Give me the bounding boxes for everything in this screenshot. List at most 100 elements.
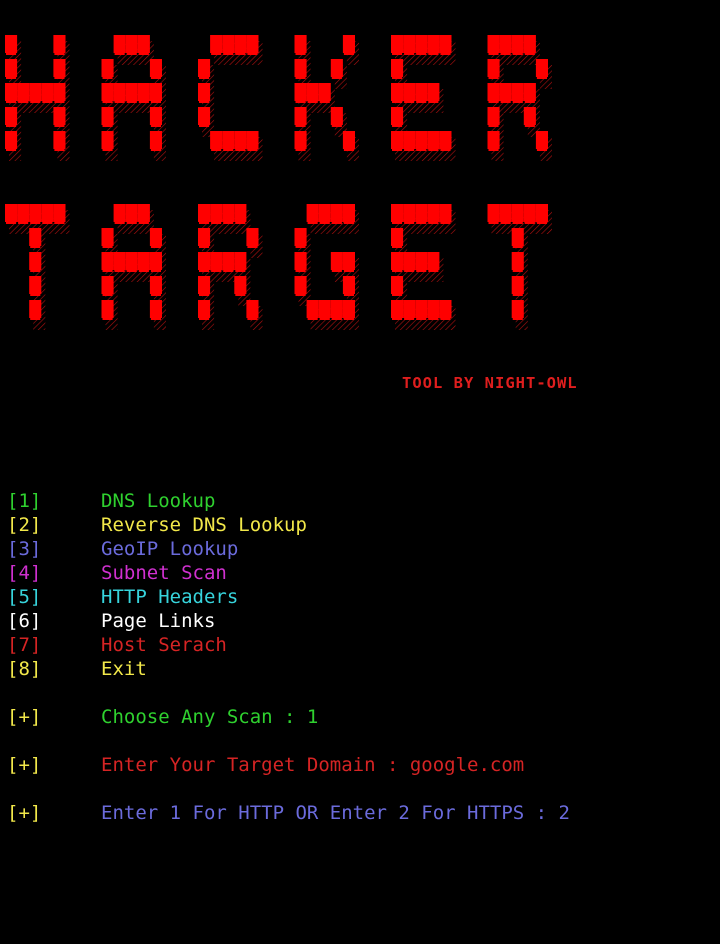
banner-outline-cell <box>331 222 342 224</box>
banner-outline-cell <box>199 222 210 224</box>
banner-outline-cell <box>392 246 403 248</box>
prompt-line: [+] Enter Your Target Domain : google.co… <box>0 753 720 777</box>
banner-block-cell <box>403 131 416 149</box>
prompt-text: Choose Any Scan : 1 <box>101 706 319 728</box>
banner-block-cell <box>487 35 500 53</box>
banner-block-cell <box>427 300 440 318</box>
banner-outline-cell <box>138 270 149 272</box>
banner-outline-cell <box>512 270 523 272</box>
banner-outline-cell <box>235 270 246 272</box>
banner-block-cell <box>294 35 307 53</box>
prompt-line[interactable]: [+] Enter 1 For HTTP OR Enter 2 For HTTP… <box>0 801 720 825</box>
menu-item[interactable]: [6] Page Links <box>0 609 720 633</box>
banner-outline-cell <box>500 101 511 103</box>
menu-item[interactable]: [1] DNS Lookup <box>0 489 720 513</box>
banner-outline-cell <box>6 149 17 151</box>
banner-block-cell <box>41 204 54 222</box>
banner-block-cell <box>415 35 428 53</box>
banner-outline-cell <box>150 101 161 103</box>
banner-outline-cell <box>150 77 161 79</box>
banner-block-cell <box>198 252 211 270</box>
banner-outline-cell <box>30 294 41 296</box>
banner-block-cell <box>511 300 524 318</box>
banner-outline-cell <box>54 125 65 127</box>
menu-label: Reverse DNS Lookup <box>101 514 307 536</box>
banner-outline-cell <box>114 101 125 103</box>
banner-outline-cell <box>428 149 439 151</box>
banner-block-cell <box>29 300 42 318</box>
banner-outline-cell <box>223 53 234 55</box>
banner-block-cell <box>306 83 319 101</box>
banner-block-cell <box>391 35 404 53</box>
banner-outline-cell <box>211 53 222 55</box>
prompt-text: Enter Your Target Domain : google.com <box>101 754 525 776</box>
banner-block-cell <box>29 228 42 246</box>
banner-outline-cell <box>247 318 258 320</box>
banner-outline-cell <box>307 222 318 224</box>
banner-outline-cell <box>512 53 523 55</box>
banner-outline-cell <box>295 77 306 79</box>
banner-outline-cell <box>54 77 65 79</box>
banner-block-cell <box>318 83 331 101</box>
banner-outline-cell <box>404 149 415 151</box>
banner-outline-cell <box>331 125 342 127</box>
banner-outline-cell <box>343 294 354 296</box>
banner-outline-cell <box>392 125 403 127</box>
banner-outline-cell <box>392 53 403 55</box>
banner-block-cell <box>330 300 343 318</box>
menu-item[interactable]: [7] Host Serach <box>0 633 720 657</box>
banner-block-cell <box>5 107 18 125</box>
menu-item[interactable]: [8] Exit <box>0 657 720 681</box>
banner-block-cell <box>487 107 500 125</box>
terminal-menu: [1] DNS Lookup [2] Reverse DNS Lookup [3… <box>0 489 720 825</box>
banner-outline-cell <box>295 149 306 151</box>
banner-block-cell <box>487 131 500 149</box>
banner-block-cell <box>113 35 126 53</box>
banner-block-cell <box>330 252 343 270</box>
banner-outline-cell <box>536 149 547 151</box>
banner-block-cell <box>137 204 150 222</box>
banner-block-cell <box>439 35 452 53</box>
menu-item[interactable]: [3] GeoIP Lookup <box>0 537 720 561</box>
banner-outline-cell <box>30 222 41 224</box>
banner-outline-cell <box>54 101 65 103</box>
banner-block-cell <box>511 228 524 246</box>
banner-outline-cell <box>199 294 210 296</box>
banner-outline-cell <box>247 53 258 55</box>
banner-block-cell <box>415 204 428 222</box>
banner-outline-cell <box>211 149 222 151</box>
banner-outline-cell <box>42 222 53 224</box>
banner-block-cell <box>149 131 162 149</box>
banner-block-cell <box>234 276 247 294</box>
banner-outline-cell <box>18 222 29 224</box>
banner-block-cell <box>198 107 211 125</box>
banner-outline-cell <box>428 53 439 55</box>
banner-outline-cell <box>343 53 354 55</box>
banner-outline-cell <box>536 77 547 79</box>
menu-item[interactable]: [2] Reverse DNS Lookup <box>0 513 720 537</box>
banner-outline-cell <box>319 318 330 320</box>
banner-block-cell <box>5 59 18 77</box>
banner-block-cell <box>101 107 114 125</box>
banner-outline-cell <box>6 222 17 224</box>
banner-outline-cell <box>54 222 65 224</box>
banner-block-cell <box>210 35 223 53</box>
banner-block-cell <box>234 252 247 270</box>
banner-outline-cell <box>138 222 149 224</box>
banner-outline-cell <box>307 318 318 320</box>
menu-item[interactable]: [5] HTTP Headers <box>0 585 720 609</box>
banner-block-cell <box>487 83 500 101</box>
banner-block-cell <box>391 300 404 318</box>
banner-outline-cell <box>102 125 113 127</box>
banner-outline-cell <box>102 246 113 248</box>
banner-block-cell <box>391 59 404 77</box>
banner-outline-cell <box>211 270 222 272</box>
menu-label: Host Serach <box>101 634 227 656</box>
menu-item[interactable]: [4] Subnet Scan <box>0 561 720 585</box>
menu-index: [6] <box>7 610 42 632</box>
banner-block-cell <box>234 35 247 53</box>
banner-outline-cell <box>150 149 161 151</box>
banner-outline-cell <box>138 53 149 55</box>
banner-block-cell <box>294 228 307 246</box>
banner-block-cell <box>53 131 66 149</box>
